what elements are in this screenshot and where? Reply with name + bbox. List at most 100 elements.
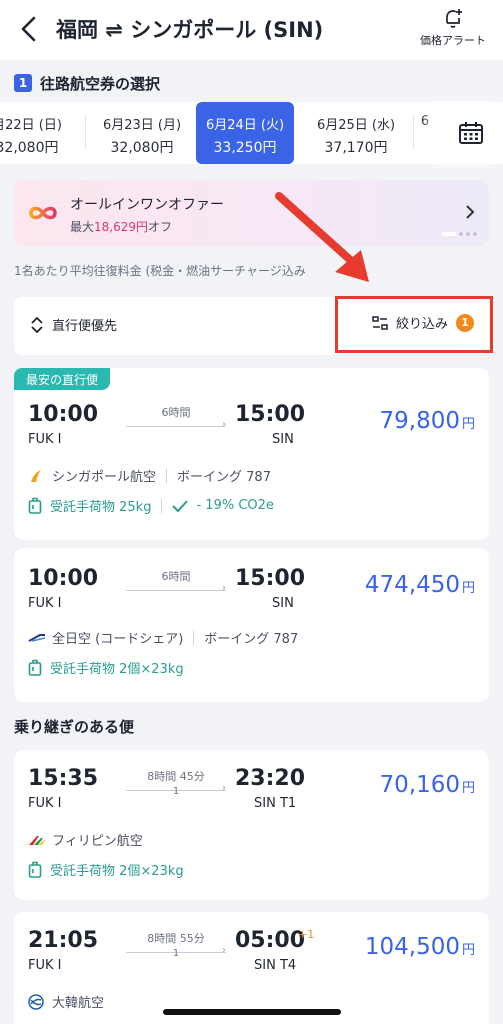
flight-card[interactable]: 10:00 FUK I 6時間 › 15:00 SIN 79,800 円 シンガポ…	[14, 368, 489, 540]
departure-time: 10:00	[28, 402, 99, 427]
connecting-flights-heading: 乗り継ぎのある便	[14, 718, 135, 736]
arrival-time: 05:00	[235, 928, 306, 953]
departure-airport: FUK I	[28, 596, 62, 611]
divider	[193, 630, 195, 645]
annotation-arrow	[275, 192, 369, 282]
carousel-dots	[442, 232, 477, 236]
date-item[interactable]: 6月23日 (月) 32,080円	[93, 102, 191, 164]
price-alert-label: 価格アラート	[420, 34, 486, 47]
chevron-right-icon	[464, 202, 476, 226]
baggage-info: 受託手荷物 2個×23kg	[28, 658, 184, 677]
annotation-highlight-box	[335, 296, 493, 353]
sort-label: 直行便優先	[52, 319, 118, 334]
airline-info: フィリピン航空	[28, 830, 143, 849]
price-value: 79,800	[379, 408, 460, 434]
date-label: 6月25日 (水)	[316, 118, 396, 133]
bell-plus-icon	[446, 9, 462, 28]
arrival-airport: SIN	[272, 432, 294, 447]
arrival-airport: SIN T1	[254, 796, 297, 811]
offer-subtitle: 最大18,629円オフ	[70, 218, 172, 235]
infinity-icon	[26, 200, 60, 226]
arrow-right-icon: ›	[222, 583, 226, 594]
flight-price: 79,800 円	[315, 408, 476, 434]
airline-name: 大韓航空	[52, 996, 105, 1011]
flight-duration: 8時間 45分	[147, 770, 205, 783]
offer-title: オールインワンオファー	[70, 197, 224, 213]
stop-count: 1	[172, 948, 180, 959]
airline-name: フィリピン航空	[52, 834, 143, 849]
section-number-badge: 1	[14, 74, 32, 92]
home-indicator	[163, 1009, 341, 1015]
price-unit: 円	[461, 581, 475, 596]
date-item-selected[interactable]: 6月24日 (火) 33,250円	[196, 102, 294, 164]
price-unit: 円	[461, 781, 475, 796]
aircraft-type: ボーイング 787	[177, 470, 271, 485]
route-line	[126, 426, 226, 427]
offer-amount: 18,629円	[94, 220, 149, 234]
arrow-right-icon: ›	[222, 419, 226, 430]
suitcase-icon	[28, 861, 42, 878]
departure-airport: FUK I	[28, 796, 62, 811]
flight-card[interactable]: 15:35 FUK I 8時間 45分 › 1 23:20 SIN T1 70,…	[14, 750, 489, 900]
arrival-time: 15:00	[235, 566, 306, 591]
date-strip: 月22日 (日) 32,080円 6月23日 (月) 32,080円 6月24日…	[0, 102, 503, 164]
price-alert-button[interactable]: 価格アラート	[412, 6, 494, 50]
flight-price: 104,500 円	[315, 934, 475, 960]
average-price-note: 1名あたり平均往復料金 (税金・燃油サーチャージ込み	[14, 264, 306, 278]
flight-duration: 8時間 55分	[147, 932, 205, 945]
singapore-airlines-logo-icon	[31, 469, 41, 482]
back-arrow-icon[interactable]	[14, 12, 44, 46]
co2-reduction: - 19% CO2e	[196, 498, 274, 513]
date-label: 月22日 (日)	[0, 118, 62, 133]
date-label: 6月23日 (月)	[102, 118, 182, 133]
airline-info: 全日空 (コードシェア) ボーイング 787	[28, 628, 298, 647]
baggage-allowance: 受託手荷物 2個×23kg	[50, 864, 184, 879]
next-day-indicator: +1	[298, 928, 315, 941]
baggage-allowance: 受託手荷物 2個×23kg	[50, 662, 184, 677]
calendar-icon	[458, 122, 483, 144]
page-title: 福岡 ⇌ シンガポール (SIN)	[56, 18, 324, 42]
date-price: 32,080円	[0, 140, 59, 156]
arrival-airport: SIN	[272, 596, 294, 611]
aircraft-type: ボーイング 787	[204, 632, 299, 647]
airline-name: シンガポール航空	[52, 470, 157, 485]
price-unit: 円	[461, 417, 475, 432]
flight-card[interactable]: 10:00 FUK I 6時間 › 15:00 SIN 474,450 円 全日空…	[14, 548, 489, 702]
flight-price: 70,160 円	[315, 772, 476, 798]
airline-name: 全日空 (コードシェア)	[52, 632, 184, 647]
price-value: 70,160	[379, 772, 460, 798]
cheapest-direct-badge: 最安の直行便	[14, 368, 111, 390]
stop-count: 1	[172, 786, 180, 797]
ana-logo-icon	[28, 633, 46, 642]
flight-card[interactable]: 21:05 FUK I 8時間 55分 › 1 05:00 +1 SIN T4 …	[14, 912, 489, 1024]
arrival-time: 15:00	[235, 402, 306, 427]
philippine-airlines-logo-icon	[29, 835, 45, 845]
offer-sub-suffix: オフ	[148, 220, 173, 234]
baggage-info: 受託手荷物 25kg - 19% CO2e	[28, 496, 274, 515]
calendar-button[interactable]	[438, 102, 503, 164]
date-label: 6月24日 (火)	[205, 118, 285, 133]
departure-time: 15:35	[28, 766, 99, 791]
date-price: 37,170円	[324, 140, 388, 156]
route-line	[126, 590, 226, 591]
price-value: 474,450	[364, 572, 460, 598]
departure-time: 10:00	[28, 566, 99, 591]
price-value: 104,500	[364, 934, 460, 960]
flight-price: 474,450 円	[315, 572, 475, 598]
flight-duration: 6時間	[161, 406, 191, 419]
arrival-time: 23:20	[235, 766, 306, 791]
divider	[166, 468, 168, 483]
section-label: 往路航空券の選択	[40, 74, 161, 93]
baggage-info: 受託手荷物 2個×23kg	[28, 860, 184, 879]
date-price: 33,250円	[213, 140, 277, 156]
korean-air-logo-icon	[28, 993, 44, 1010]
offer-sub-prefix: 最大	[70, 220, 95, 234]
suitcase-icon	[28, 659, 42, 676]
sort-button[interactable]: 直行便優先	[30, 315, 117, 334]
all-in-one-offer-banner[interactable]: オールインワンオファー 最大18,629円オフ	[14, 180, 489, 246]
date-item[interactable]: 6月25日 (水) 37,170円	[307, 102, 405, 164]
date-price: 32,080円	[110, 140, 174, 156]
divider	[85, 114, 86, 150]
date-item[interactable]: 月22日 (日) 32,080円	[0, 102, 76, 164]
departure-time: 21:05	[28, 928, 99, 953]
